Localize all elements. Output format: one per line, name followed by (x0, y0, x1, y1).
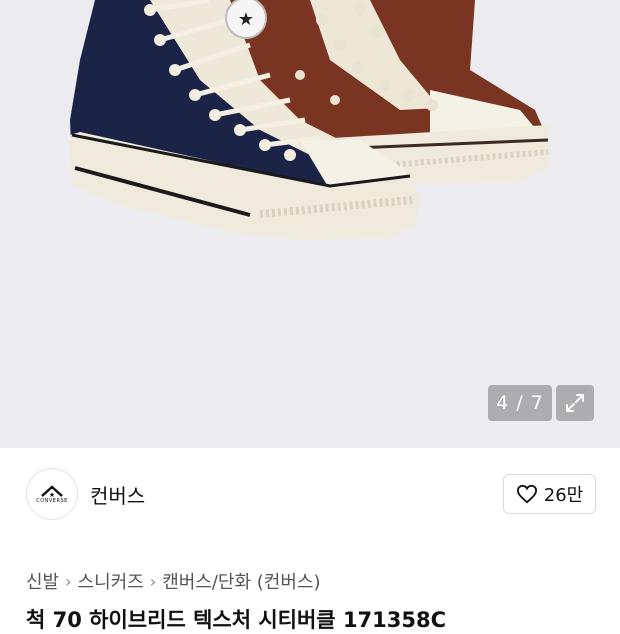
like-button[interactable]: 26만 (503, 474, 596, 514)
product-image-gallery[interactable]: ★ 4 / 7 (0, 0, 620, 448)
breadcrumb-item-canvas[interactable]: 캔버스/단화 (컨버스) (162, 568, 320, 594)
product-image: ★ (70, 0, 550, 240)
brand-row: ★ CONVERSE 컨버스 26만 (0, 448, 620, 548)
expand-image-button[interactable] (556, 385, 594, 421)
svg-text:★: ★ (238, 9, 254, 30)
chevron-right-icon: › (65, 571, 72, 591)
like-count: 26만 (543, 485, 584, 506)
image-counter: 4 / 7 (488, 385, 552, 421)
breadcrumb-item-sneakers[interactable]: 스니커즈 (78, 568, 144, 594)
brand-name[interactable]: 컨버스 (90, 480, 145, 509)
product-title: 척 70 하이브리드 텍스처 시티버클 171358C (26, 608, 447, 632)
brand-logo[interactable]: ★ CONVERSE (26, 468, 78, 520)
expand-arrows-icon (566, 394, 584, 412)
heart-outline-icon (516, 484, 537, 504)
svg-text:★: ★ (49, 491, 55, 498)
brand-logo-text: CONVERSE (36, 498, 68, 504)
converse-chevron-star-icon: ★ (41, 485, 63, 498)
breadcrumb-item-shoes[interactable]: 신발 (26, 568, 59, 594)
chevron-right-icon: › (149, 571, 157, 591)
breadcrumb: 신발 › 스니커즈 › 캔버스/단화 (컨버스) (26, 568, 321, 594)
